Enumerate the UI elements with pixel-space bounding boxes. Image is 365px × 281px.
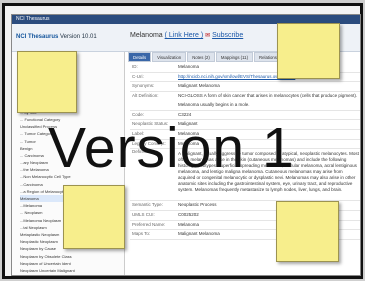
brand-name: NCI Thesaurus [16, 34, 59, 40]
subscribe-icon[interactable]: ✉ [205, 33, 210, 39]
tab-notes-2[interactable]: Notes (2) [187, 52, 215, 62]
window-title: NCI Thesaurus [16, 16, 50, 22]
detail-value: Malignant Melanoma [178, 83, 220, 89]
detail-key: Semantic Type: [132, 202, 163, 208]
tree-item[interactable]: Neoplasm of Uncertain Ident [20, 260, 84, 267]
detail-key: ID: [132, 64, 138, 69]
slide-frame: NCI Thesaurus NCI Thesaurus Version 10.0… [2, 3, 363, 279]
version-overlay-text: Version 1 [48, 116, 295, 180]
tab-mappings-11[interactable]: Mappings (11) [215, 52, 254, 62]
detail-key: C-Uri: [132, 73, 144, 79]
detail-key: Alt Definition: [132, 93, 159, 99]
tab-details[interactable]: Details [128, 52, 152, 62]
version-label: Version 10.01 [60, 34, 97, 40]
sticky-note [277, 23, 340, 79]
tree-item[interactable]: Neoplasm by Obsolete Class [20, 253, 84, 260]
detail-value: NCI-GLOSS A form of skin cancer that ari… [178, 93, 358, 107]
detail-key: Synonyms: [132, 83, 155, 89]
concept-title: Melanoma [130, 32, 163, 39]
tab-visualization[interactable]: Visualization [152, 52, 187, 62]
subscribe-link[interactable]: Subscribe [212, 32, 243, 39]
sticky-note [63, 185, 125, 249]
tree-item[interactable]: Neoplasm Uncertain Malignant [20, 267, 84, 274]
brand: NCI Thesaurus Version 10.01 [16, 34, 97, 40]
sticky-note [17, 51, 77, 113]
detail-key: Maps To: [132, 231, 151, 237]
concept-bar: Melanoma ( Link Here ) ✉ Subscribe [130, 32, 243, 39]
detail-key: Preferred Name: [132, 221, 166, 227]
link-here-link[interactable]: ( Link Here ) [165, 32, 204, 39]
sticky-note [276, 201, 339, 262]
detail-row: Synonyms: Malignant Melanoma [130, 82, 360, 93]
detail-key: UMLS CUI: [132, 212, 155, 218]
